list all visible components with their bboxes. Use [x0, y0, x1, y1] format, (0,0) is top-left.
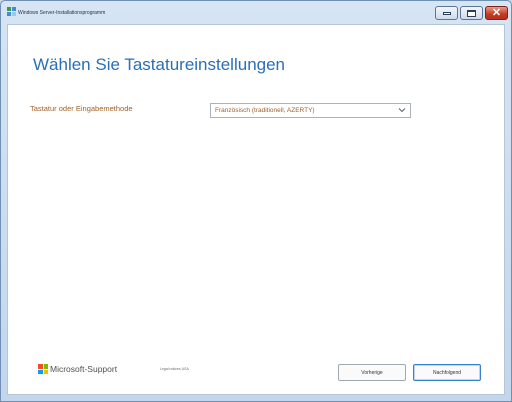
close-icon: ✕ [491, 6, 502, 19]
keyboard-label: Tastatur oder Eingabemethode [30, 104, 133, 113]
content-panel: Wählen Sie Tastatureinstellungen Tastatu… [7, 24, 505, 395]
keyboard-select-value: Französisch (traditionell, AZERTY) [215, 107, 315, 114]
minimize-button[interactable] [435, 6, 458, 20]
windows-setup-icon [7, 7, 17, 17]
keyboard-select[interactable]: Französisch (traditionell, AZERTY) [210, 103, 411, 118]
title-bar[interactable]: Windows Server-Installationsprogramm ✕ [1, 1, 511, 23]
back-button[interactable]: Vorherige [338, 364, 406, 381]
page-title: Wählen Sie Tastatureinstellungen [33, 55, 286, 74]
maximize-button[interactable] [460, 6, 483, 20]
legal-link[interactable]: Legal notices USA [160, 367, 189, 371]
window-title: Windows Server-Installationsprogramm [18, 10, 106, 16]
close-button[interactable]: ✕ [485, 6, 508, 20]
next-button[interactable]: Nachfolgend [413, 364, 481, 381]
chevron-down-icon [398, 108, 406, 113]
minimize-icon [442, 11, 451, 15]
maximize-icon [467, 9, 476, 17]
microsoft-logo [38, 364, 48, 374]
installer-window: Windows Server-Installationsprogramm ✕ W… [0, 0, 512, 402]
microsoft-support-link[interactable]: Microsoft-Support [50, 364, 117, 374]
